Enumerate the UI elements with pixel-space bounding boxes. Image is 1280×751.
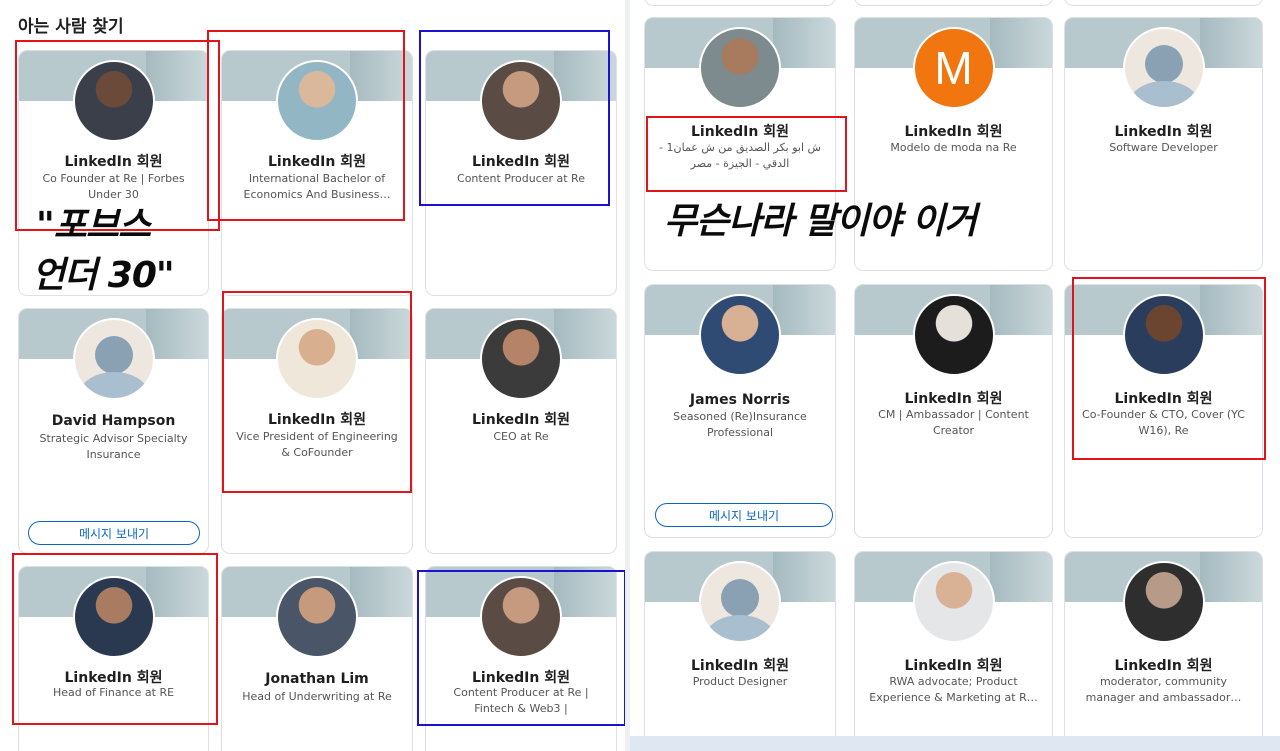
member-name[interactable]: LinkedIn 회원 [649,121,831,141]
profile-card[interactable]: James Norris Seasoned (Re)Insurance Prof… [644,284,836,538]
message-button[interactable]: 메시지 보내기 [655,503,833,527]
avatar[interactable] [72,60,155,142]
avatar-shoulders-shape [704,615,776,641]
member-name[interactable]: LinkedIn 회원 [859,388,1048,408]
member-name[interactable]: David Hampson [23,413,204,429]
avatar[interactable] [480,318,562,400]
profile-card[interactable]: LinkedIn 회원 Product Designer [644,551,836,751]
member-headline: Modelo de moda na Re [890,141,1017,154]
avatar[interactable] [480,60,562,142]
left-screenshot-panel: 아는 사람 찾기 LinkedIn 회원 Co Founder at Re | … [0,0,625,751]
profile-card[interactable]: Jonathan Lim Head of Underwriting at Re [221,566,413,751]
forbes-annotation-line-1: "포브스 [36,205,151,246]
profile-card[interactable]: LinkedIn 회원 Head of Finance at RE [18,566,209,751]
member-name[interactable]: LinkedIn 회원 [226,151,408,171]
member-headline: CEO at Re [493,430,549,443]
avatar[interactable] [699,294,781,376]
bottom-strip [630,736,1280,751]
profile-card[interactable]: LinkedIn 회원 Content Producer at Re [425,50,617,296]
forbes-annotation-line-2: 언더 30" [32,255,175,296]
profile-card[interactable]: LinkedIn 회원 RWA advocate; Product Experi… [854,551,1053,751]
member-headline: International Bachelor of Economics And … [243,172,391,201]
member-name[interactable]: LinkedIn 회원 [649,655,831,675]
profile-card[interactable]: David Hampson Strategic Advisor Specialt… [18,308,209,554]
avatar[interactable] [72,576,155,658]
avatar-shoulders-shape [77,372,150,398]
member-headline: Seasoned (Re)Insurance Professional [673,410,807,439]
profile-card[interactable]: LinkedIn 회원 Content Producer at Re | Fin… [425,566,617,751]
member-name[interactable]: LinkedIn 회원 [23,151,204,171]
member-headline: CM | Ambassador | Content Creator [878,408,1029,437]
profile-card[interactable]: LinkedIn 회원 International Bachelor of Ec… [221,50,413,296]
avatar[interactable] [276,60,358,142]
member-name[interactable]: LinkedIn 회원 [1069,121,1258,141]
member-name[interactable]: LinkedIn 회원 [859,655,1048,675]
member-headline: Strategic Advisor Specialty Insurance [39,432,188,461]
member-name[interactable]: LinkedIn 회원 [226,409,408,429]
avatar[interactable] [1122,294,1205,376]
profile-card[interactable]: LinkedIn 회원 Co-Founder & CTO, Cover (YC … [1064,284,1263,538]
member-headline: Head of Finance at RE [52,686,175,699]
member-name[interactable]: LinkedIn 회원 [430,151,612,171]
member-name[interactable]: LinkedIn 회원 [23,667,204,687]
member-headline: Content Producer at Re [457,172,585,185]
avatar[interactable] [1122,561,1205,643]
member-name[interactable]: LinkedIn 회원 [1069,655,1258,675]
member-name[interactable]: LinkedIn 회원 [859,121,1048,141]
member-headline: Co-Founder & CTO, Cover (YC W16), Re [1082,408,1245,437]
profile-card-partial [854,0,1053,6]
message-button[interactable]: 메시지 보내기 [28,521,200,545]
default-avatar-icon[interactable] [699,561,781,643]
default-avatar-icon[interactable] [1122,27,1205,109]
member-headline: moderator, community manager and ambassa… [1085,675,1242,704]
profile-card[interactable]: LinkedIn 회원 Software Developer [1064,17,1263,271]
avatar-shoulders-shape [1127,81,1200,107]
profile-card[interactable]: LinkedIn 회원 Vice President of Engineerin… [221,308,413,554]
member-headline: RWA advocate; Product Experience & Marke… [869,675,1038,704]
avatar[interactable] [912,561,995,643]
member-headline: Product Designer [692,675,788,688]
avatar-head-shape [1144,45,1183,83]
member-headline: Software Developer [1109,141,1218,154]
avatar-head-shape [721,579,759,617]
profile-card-partial [644,0,836,6]
member-name[interactable]: LinkedIn 회원 [430,409,612,429]
avatar[interactable] [276,318,358,400]
avatar[interactable] [699,27,781,109]
avatar-head-shape [94,336,133,374]
member-name[interactable]: LinkedIn 회원 [1069,388,1258,408]
member-headline: Head of Underwriting at Re [242,690,392,703]
profile-card[interactable]: LinkedIn 회원 moderator, community manager… [1064,551,1263,751]
default-avatar-icon[interactable] [72,318,155,400]
avatar[interactable] [912,294,995,376]
section-title: 아는 사람 찾기 [18,17,124,37]
member-name[interactable]: LinkedIn 회원 [430,667,612,687]
country-annotation: 무슨나라 말이야 이거 [664,201,977,242]
avatar[interactable] [276,576,358,658]
member-headline: ش ابو بكر الصديق من ش عمان1 - الدقي - ال… [659,141,821,170]
member-headline: Vice President of Engineering & CoFounde… [236,430,398,459]
right-screenshot-panel: LinkedIn 회원 ش ابو بكر الصديق من ش عمان1 … [630,0,1280,751]
member-headline: Content Producer at Re | Fintech & Web3 … [453,686,589,715]
profile-card[interactable]: LinkedIn 회원 CM | Ambassador | Content Cr… [854,284,1053,538]
profile-card-partial [1064,0,1263,6]
profile-card[interactable]: LinkedIn 회원 CEO at Re [425,308,617,554]
member-name[interactable]: James Norris [649,392,831,408]
avatar[interactable] [480,576,562,658]
member-name[interactable]: Jonathan Lim [226,671,408,687]
avatar-letter-icon[interactable]: M [912,27,995,109]
